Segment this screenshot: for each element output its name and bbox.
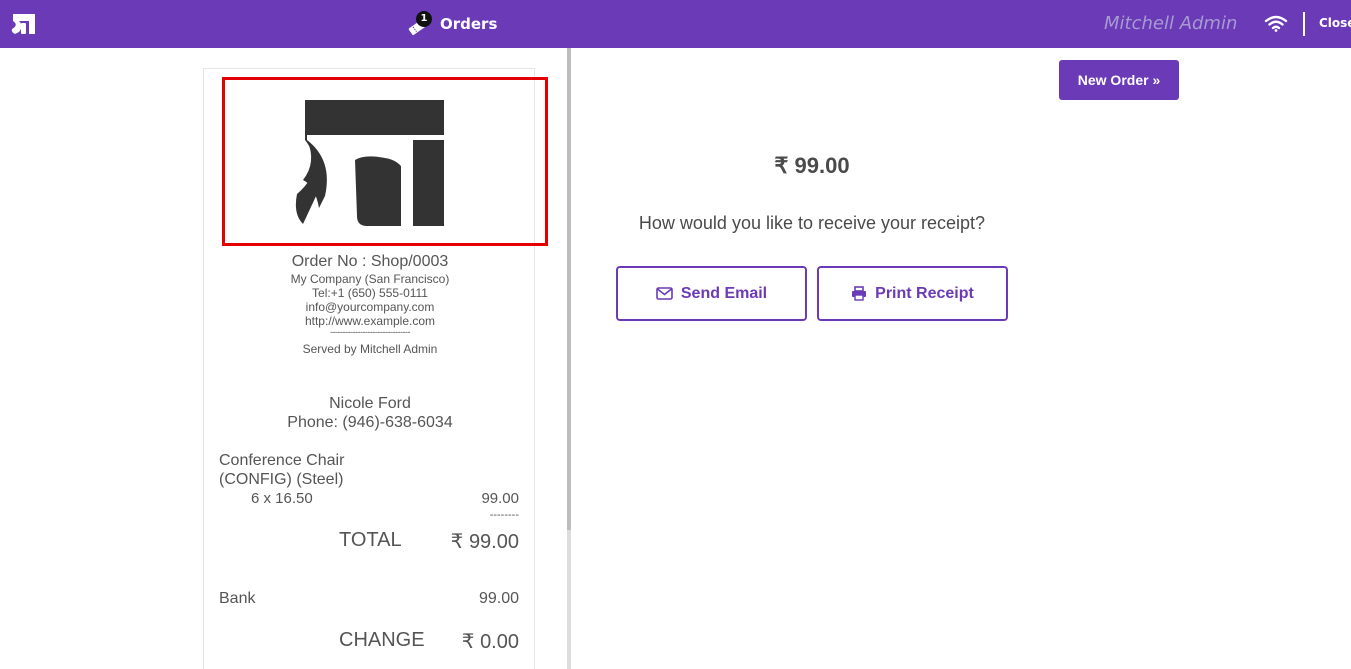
print-receipt-label: Print Receipt	[875, 284, 974, 302]
payment-method: Bank	[219, 590, 256, 607]
envelope-icon	[656, 287, 673, 300]
wifi-icon[interactable]	[1264, 14, 1288, 32]
customer-phone: Phone: (946)-638-6034	[287, 414, 453, 431]
send-email-label: Send Email	[680, 284, 768, 302]
payment-amount: 99.00	[478, 590, 519, 607]
receipt: Order No : Shop/0003 My Company (San Fra…	[203, 68, 548, 669]
ticket-icon: 1	[406, 11, 432, 37]
receipt-actions-pane: New Order » ₹ 99.00 How would you like t…	[571, 48, 1351, 669]
odoo-logo-icon[interactable]	[10, 12, 36, 36]
company-logo	[295, 100, 444, 226]
cashier-name[interactable]: Mitchell Admin	[1104, 13, 1237, 34]
receipt-question: How would you like to receive your recei…	[638, 213, 986, 233]
served-by: Served by Mitchell Admin	[302, 342, 438, 356]
company-website: http://www.example.com	[304, 314, 436, 328]
order-line-amount: 99.00	[481, 490, 519, 507]
orders-count-badge: 1	[416, 11, 432, 27]
receipt-logo-highlight	[222, 77, 548, 246]
total-separator: --------	[489, 509, 519, 521]
customer-name: Nicole Ford	[329, 395, 411, 412]
change-value: ₹ 0.00	[461, 631, 519, 653]
orders-label: Orders	[440, 15, 498, 33]
company-phone: Tel:+1 (650) 555-0111	[312, 286, 428, 300]
order-number: Order No : Shop/0003	[291, 253, 449, 270]
print-receipt-button[interactable]: Print Receipt	[817, 266, 1008, 321]
printer-icon	[851, 286, 867, 301]
company-name: My Company (San Francisco)	[290, 272, 450, 286]
top-navbar: 1 Orders Mitchell Admin Close	[0, 0, 1351, 48]
order-line-name: Conference Chair	[219, 452, 345, 469]
company-email: info@yourcompany.com	[305, 300, 435, 314]
order-line-variant: (CONFIG) (Steel)	[219, 471, 344, 488]
send-email-button[interactable]: Send Email	[616, 266, 807, 321]
orders-button[interactable]: 1 Orders	[406, 8, 497, 40]
header-separator: --------------------------------	[330, 327, 410, 337]
paid-amount: ₹ 99.00	[774, 153, 850, 178]
total-label: TOTAL	[339, 529, 402, 551]
close-button[interactable]: Close	[1319, 16, 1351, 30]
navbar-divider	[1303, 12, 1305, 36]
order-line-qty: 6 x 16.50	[251, 490, 313, 507]
new-order-button[interactable]: New Order »	[1059, 60, 1179, 100]
total-value: ₹ 99.00	[450, 531, 519, 553]
